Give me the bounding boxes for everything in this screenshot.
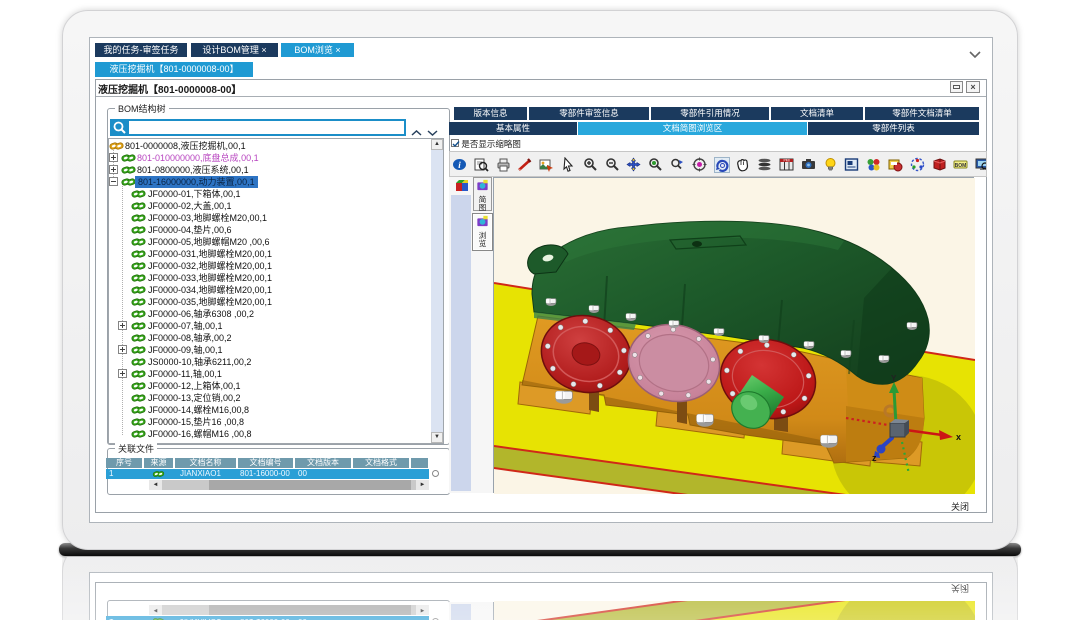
svg-text:PMI: PMI <box>783 159 789 163</box>
svg-text:z: z <box>872 453 877 463</box>
svg-text:BOM: BOM <box>955 163 967 169</box>
svg-text:Y: Y <box>891 374 897 383</box>
svg-text:x: x <box>956 432 961 442</box>
